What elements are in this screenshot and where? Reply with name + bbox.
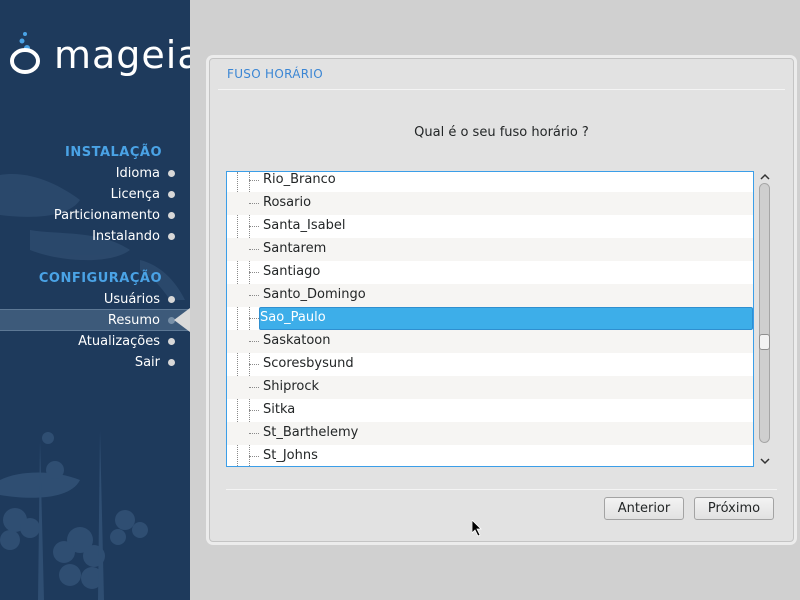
- active-step-arrow: [174, 308, 190, 332]
- tree-branch-line: [249, 249, 259, 250]
- tree-item-label: Scoresbysund: [263, 356, 354, 371]
- tree-branch-line: [249, 272, 259, 273]
- status-dot: [168, 296, 175, 303]
- sidebar-item-label: Licença: [110, 187, 160, 202]
- sidebar: mageia INSTALAÇÃO Idioma Licença Partici…: [0, 0, 190, 600]
- tree-item[interactable]: Sitka: [227, 399, 753, 422]
- tree-branch-line: [249, 387, 259, 388]
- tree-item-label: Sitka: [263, 402, 296, 417]
- sidebar-item-license: Licença: [0, 184, 190, 205]
- tree-item[interactable]: St_Johns: [227, 445, 753, 466]
- tree-item[interactable]: Scoresbysund: [227, 353, 753, 376]
- tree-item[interactable]: Santarem: [227, 238, 753, 261]
- tree-branch-line: [249, 203, 259, 204]
- sidebar-item-label: Resumo: [107, 313, 160, 328]
- tree-item[interactable]: St_Barthelemy: [227, 422, 753, 445]
- sidebar-item-users: Usuários: [0, 289, 190, 310]
- mageia-logo: mageia: [8, 24, 190, 78]
- sidebar-item-label: Usuários: [103, 292, 160, 307]
- sidebar-item-installing: Instalando: [0, 226, 190, 247]
- tree-item-label: Rosario: [263, 195, 312, 210]
- tree-item-label: Santiago: [263, 264, 321, 279]
- tree-branch-line: [249, 226, 259, 227]
- next-button[interactable]: Próximo: [694, 497, 774, 520]
- mouse-pointer-icon: [472, 520, 482, 537]
- status-dot: [168, 212, 175, 219]
- tree-item[interactable]: Rio_Branco: [227, 172, 753, 192]
- vertical-scrollbar[interactable]: [758, 171, 772, 467]
- status-dot: [168, 338, 175, 345]
- sidebar-item-label: Atualizações: [78, 334, 160, 349]
- divider: [226, 489, 777, 490]
- selection-highlight: [259, 307, 753, 330]
- section-title-configuration: CONFIGURAÇÃO: [38, 271, 162, 286]
- sidebar-item-partitioning: Particionamento: [0, 205, 190, 226]
- tree-item-label: St_Johns: [263, 448, 318, 463]
- logo-text: mageia: [54, 33, 190, 77]
- tree-item[interactable]: Saskatoon: [227, 330, 753, 353]
- section-title-installation: INSTALAÇÃO: [65, 145, 162, 160]
- sidebar-item-summary: Resumo: [0, 309, 190, 331]
- chevron-up-icon[interactable]: [758, 171, 772, 183]
- mageia-cauldron-icon: [10, 32, 40, 74]
- tree-item-label: Sao_Paulo: [260, 310, 326, 325]
- tree-item-label: Santa_Isabel: [263, 218, 346, 233]
- panel-title: FUSO HORÁRIO: [227, 67, 324, 81]
- tree-item-label: Santarem: [263, 241, 327, 256]
- tree-branch-line: [249, 180, 259, 181]
- tree-item-label: Saskatoon: [263, 333, 331, 348]
- sidebar-item-exit: Sair: [0, 352, 190, 373]
- sidebar-item-label: Idioma: [115, 166, 160, 181]
- tree-item-label: Santo_Domingo: [263, 287, 366, 302]
- tree-branch-line: [249, 341, 259, 342]
- tree-branch-line: [249, 410, 259, 411]
- tree-item[interactable]: Santa_Isabel: [227, 215, 753, 238]
- scrollbar-track[interactable]: [759, 183, 770, 443]
- tree-item[interactable]: Rosario: [227, 192, 753, 215]
- tree-item[interactable]: Sao_Paulo: [227, 307, 753, 330]
- previous-button[interactable]: Anterior: [604, 497, 684, 520]
- tree-branch-line: [249, 456, 259, 457]
- status-dot: [168, 359, 175, 366]
- tree-item-label: Rio_Branco: [263, 172, 336, 187]
- chevron-down-icon[interactable]: [758, 455, 772, 467]
- tree-item-label: Shiprock: [263, 379, 320, 394]
- question-label: Qual é o seu fuso horário ?: [414, 125, 589, 140]
- status-dot: [168, 170, 175, 177]
- tree-item[interactable]: Santiago: [227, 261, 753, 284]
- status-dot: [168, 233, 175, 240]
- sidebar-item-updates: Atualizações: [0, 331, 190, 352]
- divider: [218, 89, 785, 90]
- sidebar-item-label: Sair: [134, 355, 160, 370]
- scrollbar-thumb[interactable]: [759, 334, 770, 350]
- sidebar-item-label: Particionamento: [53, 208, 160, 223]
- tree-branch-line: [249, 318, 259, 319]
- timezone-panel: FUSO HORÁRIO Qual é o seu fuso horário ?…: [209, 58, 794, 542]
- tree-item[interactable]: Shiprock: [227, 376, 753, 399]
- tree-branch-line: [249, 433, 259, 434]
- timezone-tree[interactable]: Rio_Branco Rosario Santa_Isabel Santarem San…: [226, 171, 754, 467]
- tree-item-label: St_Barthelemy: [263, 425, 359, 440]
- sidebar-item-label: Instalando: [92, 229, 160, 244]
- tree-item[interactable]: Santo_Domingo: [227, 284, 753, 307]
- status-dot: [168, 191, 175, 198]
- tree-branch-line: [249, 364, 259, 365]
- sidebar-item-language: Idioma: [0, 163, 190, 184]
- tree-branch-line: [249, 295, 259, 296]
